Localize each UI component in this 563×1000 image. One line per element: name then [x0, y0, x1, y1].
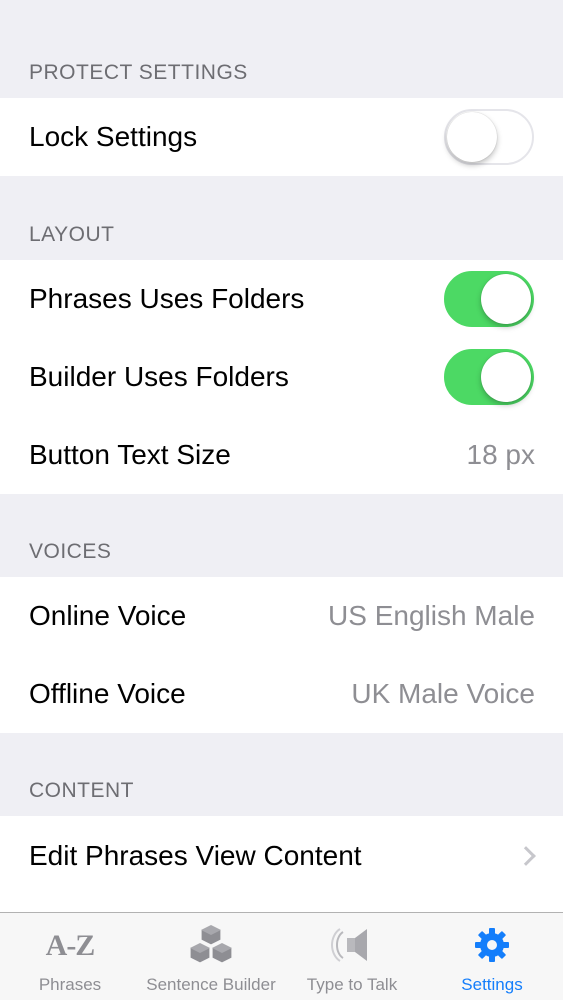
- toggle-knob: [447, 112, 497, 162]
- tab-settings[interactable]: Settings: [452, 913, 532, 1000]
- edit-phrases-view-content-label: Edit Phrases View Content: [29, 840, 362, 871]
- gear-icon: [452, 913, 532, 967]
- group-voices: Online Voice US English Male Offline Voi…: [0, 577, 563, 733]
- tab-sentence-builder-label: Sentence Builder: [146, 975, 276, 994]
- builder-uses-folders-toggle[interactable]: [444, 349, 534, 405]
- tab-type-to-talk[interactable]: Type to Talk: [300, 913, 404, 1000]
- phrases-uses-folders-label: Phrases Uses Folders: [29, 283, 305, 314]
- online-voice-label: Online Voice: [29, 600, 187, 631]
- section-header-voices: VOICES: [29, 540, 112, 563]
- settings-screen: PROTECT SETTINGS Lock Settings LAYOUT Ph…: [0, 0, 563, 1000]
- group-content: Edit Phrases View Content: [0, 816, 563, 912]
- tab-bar: A-Z Phrases Sentence Builder Type to Tal…: [0, 912, 563, 1000]
- lock-settings-label: Lock Settings: [29, 121, 198, 152]
- offline-voice-label: Offline Voice: [29, 678, 186, 709]
- tab-phrases[interactable]: A-Z Phrases: [30, 913, 110, 1000]
- az-icon: A-Z: [45, 929, 96, 962]
- lock-settings-toggle[interactable]: [444, 109, 534, 165]
- section-header-layout: LAYOUT: [29, 223, 115, 246]
- phrases-uses-folders-toggle[interactable]: [444, 271, 534, 327]
- row-button-text-size[interactable]: Button Text Size 18 px: [0, 416, 563, 494]
- offline-voice-value: UK Male Voice: [351, 678, 535, 709]
- row-builder-uses-folders: Builder Uses Folders: [0, 338, 563, 416]
- builder-uses-folders-label: Builder Uses Folders: [29, 361, 289, 392]
- group-protect-settings: Lock Settings: [0, 98, 563, 176]
- row-phrases-uses-folders: Phrases Uses Folders: [0, 260, 563, 338]
- button-text-size-label: Button Text Size: [29, 439, 231, 470]
- row-offline-voice[interactable]: Offline Voice UK Male Voice: [0, 655, 563, 733]
- toggle-knob: [481, 274, 531, 324]
- chevron-right-icon: [516, 846, 536, 866]
- section-header-protect-settings: PROTECT SETTINGS: [29, 61, 248, 84]
- group-layout: Phrases Uses Folders Builder Uses Folder…: [0, 260, 563, 494]
- tab-phrases-label: Phrases: [38, 975, 102, 994]
- row-online-voice[interactable]: Online Voice US English Male: [0, 577, 563, 655]
- toggle-knob: [481, 352, 531, 402]
- section-header-content: CONTENT: [29, 779, 134, 802]
- row-lock-settings: Lock Settings: [0, 98, 563, 176]
- row-edit-phrases-view-content[interactable]: Edit Phrases View Content: [0, 816, 563, 896]
- cubes-icon: [171, 913, 251, 967]
- speaker-icon: [312, 913, 392, 967]
- tab-sentence-builder[interactable]: Sentence Builder: [141, 913, 281, 1000]
- tab-type-to-talk-label: Type to Talk: [306, 975, 398, 994]
- online-voice-value: US English Male: [328, 600, 535, 631]
- tab-settings-label: Settings: [461, 975, 523, 994]
- button-text-size-value: 18 px: [466, 439, 536, 470]
